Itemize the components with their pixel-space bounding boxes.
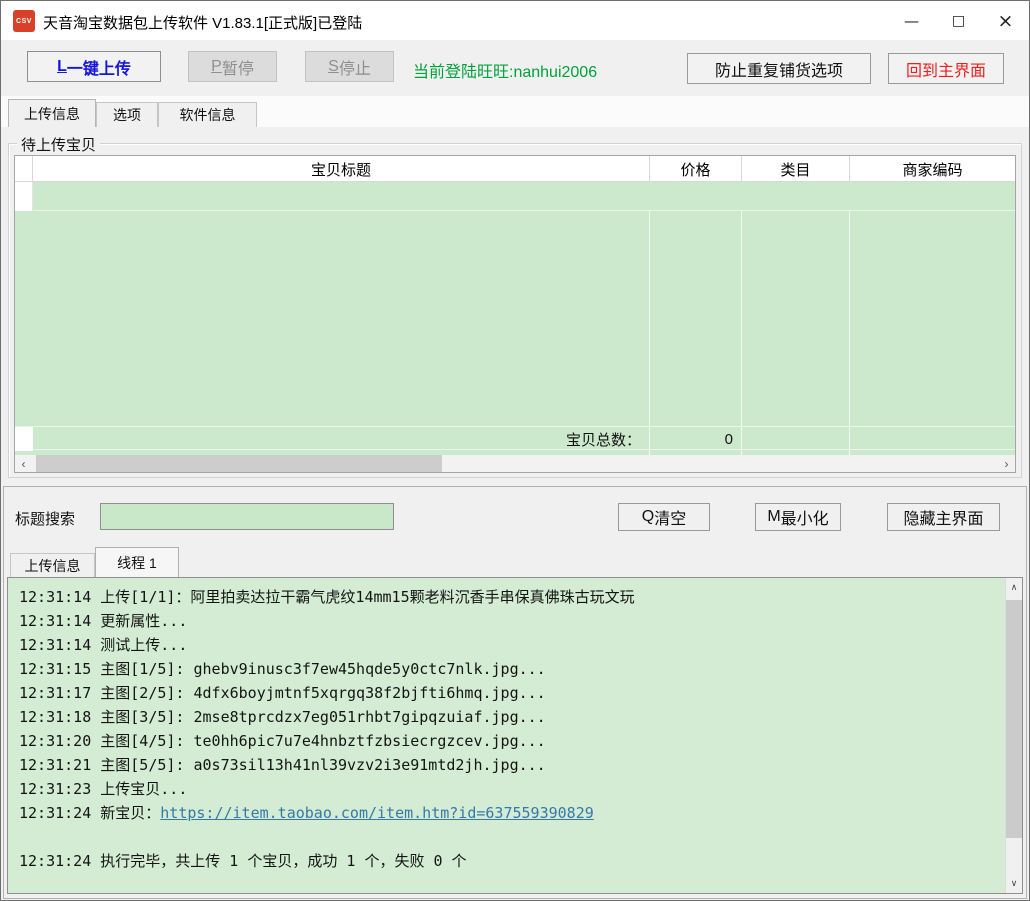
csv-icon-text: CSV bbox=[16, 18, 32, 25]
total-row-selector-cell bbox=[15, 427, 33, 451]
minimize-app-button[interactable]: M最小化 bbox=[755, 503, 841, 531]
log-line: 12:31:23 上传宝贝... bbox=[19, 777, 1001, 801]
new-item-link[interactable]: https://item.taobao.com/item.htm?id=6375… bbox=[160, 804, 593, 822]
tab-software-info[interactable]: 软件信息 bbox=[158, 102, 257, 127]
column-header-merchant-code[interactable]: 商家编码 bbox=[849, 156, 1015, 182]
app-titlebar: CSV 天音淘宝数据包上传软件 V1.83.1[正式版]已登陆 — □ × bbox=[1, 1, 1029, 40]
tab-upload-info-log[interactable]: 上传信息 bbox=[10, 553, 95, 577]
scroll-up-button[interactable]: ∧ bbox=[1006, 578, 1022, 597]
window-title: 天音淘宝数据包上传软件 V1.83.1[正式版]已登陆 bbox=[43, 12, 362, 33]
clear-mnemonic: Q bbox=[642, 508, 654, 526]
login-status-text: 当前登陆旺旺:nanhui2006 bbox=[413, 58, 597, 82]
row-selector-cell[interactable] bbox=[15, 182, 33, 211]
stop-button[interactable]: S停止 bbox=[305, 51, 394, 82]
title-search-input[interactable] bbox=[100, 503, 394, 530]
new-item-prefix: 12:31:24 新宝贝： bbox=[19, 804, 160, 822]
table-header-row: 宝贝标题 价格 类目 商家编码 bbox=[15, 156, 1015, 182]
column-header-category[interactable]: 类目 bbox=[741, 156, 849, 182]
log-line: 12:31:14 更新属性... bbox=[19, 609, 1001, 633]
vertical-scroll-thumb[interactable] bbox=[1006, 600, 1022, 838]
scroll-left-icon: ‹ bbox=[22, 457, 26, 471]
horizontal-scroll-thumb[interactable] bbox=[36, 455, 442, 472]
minimize-mnemonic: M bbox=[767, 508, 780, 526]
log-content: 12:31:14 上传[1/1]：阿里拍卖达拉干霸气虎纹14mm15颗老料沉香手… bbox=[8, 578, 1005, 893]
bottom-panel: 标题搜索 Q清空 M最小化 隐藏主界面 上传信息 线程 1 12:31:14 上… bbox=[3, 486, 1027, 899]
scroll-right-button[interactable]: › bbox=[998, 455, 1015, 472]
upload-label: 一键上传 bbox=[67, 55, 131, 79]
pause-label: 暂停 bbox=[222, 55, 254, 79]
total-items-label: 宝贝总数： bbox=[33, 427, 641, 451]
upload-mnemonic: L bbox=[57, 58, 67, 76]
items-table: 宝贝标题 价格 类目 商家编码 宝贝总数： 0 ‹ › bbox=[14, 155, 1016, 473]
stop-label: 停止 bbox=[339, 55, 371, 79]
column-header-price[interactable]: 价格 bbox=[649, 156, 741, 182]
pause-button[interactable]: P暂停 bbox=[188, 51, 277, 82]
tab-thread-1[interactable]: 线程 1 bbox=[95, 547, 179, 577]
maximize-icon: □ bbox=[952, 13, 965, 29]
pending-items-groupbox: 待上传宝贝 宝贝标题 价格 类目 商家编码 宝贝总数： 0 ‹ bbox=[8, 143, 1022, 478]
pause-mnemonic: P bbox=[211, 58, 222, 76]
table-corner-cell bbox=[15, 156, 33, 182]
stop-mnemonic: S bbox=[328, 58, 339, 76]
scroll-down-icon: ∨ bbox=[1011, 878, 1018, 889]
one-click-upload-button[interactable]: L一键上传 bbox=[27, 51, 161, 82]
window-controls: — □ × bbox=[888, 1, 1029, 40]
log-line: 12:31:20 主图[4/5]: te0hh6pic7u7e4hnbztfzb… bbox=[19, 729, 1001, 753]
clear-button[interactable]: Q清空 bbox=[618, 503, 710, 531]
horizontal-scrollbar[interactable]: ‹ › bbox=[15, 455, 1015, 472]
log-line: 12:31:14 上传[1/1]：阿里拍卖达拉干霸气虎纹14mm15颗老料沉香手… bbox=[19, 585, 1001, 609]
log-line-new-item: 12:31:24 新宝贝：https://item.taobao.com/ite… bbox=[19, 801, 1001, 825]
close-icon: × bbox=[998, 10, 1014, 32]
prevent-duplicate-button[interactable]: 防止重复铺货选项 bbox=[687, 53, 871, 84]
log-line: 12:31:21 主图[5/5]: a0s73sil13h41nl39vzv2i… bbox=[19, 753, 1001, 777]
log-line: 12:31:15 主图[1/5]: ghebv9inusc3f7ew45hqde… bbox=[19, 657, 1001, 681]
scroll-right-icon: › bbox=[1005, 457, 1009, 471]
log-line: 12:31:18 主图[3/5]: 2mse8tprcdzx7eg051rhbt… bbox=[19, 705, 1001, 729]
scroll-down-button[interactable]: ∨ bbox=[1006, 874, 1022, 893]
vertical-scrollbar[interactable]: ∧ ∨ bbox=[1005, 578, 1022, 893]
log-line-blank bbox=[19, 825, 1001, 849]
csv-app-icon: CSV bbox=[13, 10, 35, 32]
minimize-button[interactable]: — bbox=[888, 1, 935, 40]
pending-items-title: 待上传宝贝 bbox=[17, 134, 100, 155]
log-line: 12:31:17 主图[2/5]: 4dfx6boyjmtnf5xqrgq38f… bbox=[19, 681, 1001, 705]
scroll-up-icon: ∧ bbox=[1011, 582, 1018, 593]
clear-label: 清空 bbox=[654, 505, 686, 529]
upload-log-panel: 12:31:14 上传[1/1]：阿里拍卖达拉干霸气虎纹14mm15颗老料沉香手… bbox=[7, 577, 1023, 894]
minimize-label: 最小化 bbox=[781, 505, 829, 529]
bottom-tab-strip: 上传信息 线程 1 bbox=[4, 545, 1026, 577]
log-line: 12:31:14 测试上传... bbox=[19, 633, 1001, 657]
top-tab-strip: 上传信息 选项 软件信息 bbox=[1, 96, 1029, 127]
column-header-title[interactable]: 宝贝标题 bbox=[33, 156, 649, 182]
title-search-label: 标题搜索 bbox=[15, 508, 75, 529]
table-total-row: 宝贝总数： 0 bbox=[15, 426, 1015, 450]
log-line-summary: 12:31:24 执行完毕，共上传 1 个宝贝，成功 1 个，失败 0 个 bbox=[19, 849, 1001, 873]
tab-options[interactable]: 选项 bbox=[96, 102, 158, 127]
app-window: { "window": { "title": "天音淘宝数据包上传软件 V1.8… bbox=[0, 0, 1030, 901]
back-to-main-button[interactable]: 回到主界面 bbox=[888, 53, 1004, 84]
toolbar: L一键上传 P暂停 S停止 当前登陆旺旺:nanhui2006 防止重复铺货选项… bbox=[1, 40, 1029, 96]
upload-info-panel: 待上传宝贝 宝贝标题 价格 类目 商家编码 宝贝总数： 0 ‹ bbox=[1, 127, 1029, 486]
hide-main-window-button[interactable]: 隐藏主界面 bbox=[887, 503, 1000, 531]
maximize-button[interactable]: □ bbox=[935, 1, 982, 40]
close-button[interactable]: × bbox=[982, 1, 1029, 40]
minimize-icon: — bbox=[904, 12, 919, 30]
total-items-value: 0 bbox=[649, 427, 733, 451]
scroll-left-button[interactable]: ‹ bbox=[15, 455, 32, 472]
table-row-empty[interactable] bbox=[15, 182, 1015, 211]
tab-upload-info[interactable]: 上传信息 bbox=[8, 99, 96, 127]
